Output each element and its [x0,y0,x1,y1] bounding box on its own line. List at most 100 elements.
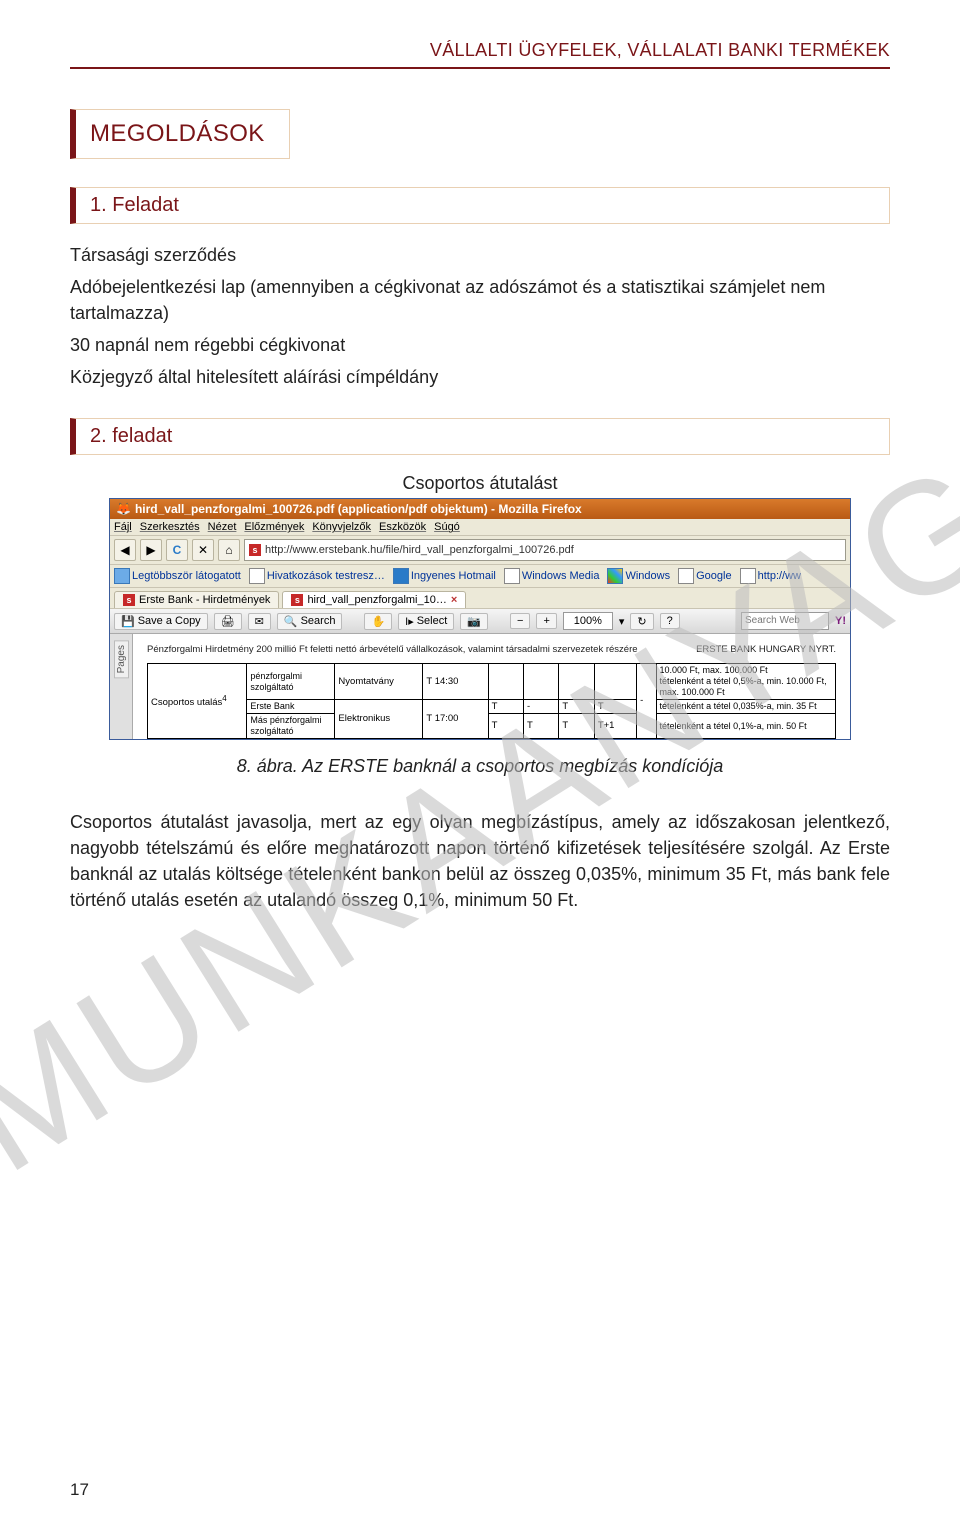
menu-history[interactable]: Előzmények [244,521,304,533]
bm-label: Legtöbbször látogatott [132,570,241,582]
pdf-sidebar: Pages [110,634,133,738]
forward-icon[interactable]: ▶ [140,539,162,561]
windows-icon [607,568,623,584]
bm-most-visited[interactable]: Legtöbbször látogatott [114,568,241,584]
bm-label: Ingyenes Hotmail [411,570,496,582]
window-titlebar: 🦊 hird_vall_penzforgalmi_100726.pdf (app… [110,499,850,519]
menu-tools[interactable]: Eszközök [379,521,426,533]
window-title: hird_vall_penzforgalmi_100726.pdf (appli… [135,502,582,516]
embedded-screenshot: 🦊 hird_vall_penzforgalmi_100726.pdf (app… [109,498,851,739]
bookmarks-toolbar: Legtöbbször látogatott Hivatkozások test… [110,565,850,588]
nav-toolbar: ◀ ▶ C ✕ ⌂ s http://www.erstebank.hu/file… [110,536,850,565]
task2-subtitle: Csoportos átutalást [70,473,890,494]
cell-channel2: Elektronikus [335,699,423,738]
bm-customize[interactable]: Hivatkozások testresz… [249,568,385,584]
search-label: Search [301,615,336,627]
menu-bookmarks[interactable]: Könyvjelzők [312,521,371,533]
erste-icon: s [291,594,303,606]
bm-windows[interactable]: Windows [607,568,670,584]
cell-t3: T [594,699,636,713]
close-icon[interactable]: × [451,594,457,606]
menubar: Fájl Szerkesztés Nézet Előzmények Könyvj… [110,519,850,536]
zoom-in-button[interactable]: + [536,613,556,629]
pdf-meta-left: Pénzforgalmi Hirdetmény 200 millió Ft fe… [147,644,638,655]
sidebar-pages-tab[interactable]: Pages [114,640,129,678]
reload-icon[interactable]: C [166,539,188,561]
search-button[interactable]: 🔍 Search [277,613,343,630]
folder-icon [114,568,130,584]
body-paragraph: Csoportos átutalást javasolja, mert az e… [70,809,890,913]
cell-time1: T 14:30 [423,664,488,699]
task2-label: 2. feladat [90,425,172,447]
section-title-box: MEGOLDÁSOK [70,109,290,159]
yahoo-icon[interactable]: Y! [835,615,846,627]
firefox-icon: 🦊 [116,502,131,516]
menu-view[interactable]: Nézet [208,521,237,533]
cell-provider3: Más pénzforgalmi szolgáltató [247,714,335,739]
task1-line3: 30 napnál nem régebbi cégkivonat [70,332,890,358]
bm-google[interactable]: Google [678,568,731,584]
menu-edit[interactable]: Szerkesztés [140,521,200,533]
save-copy-button[interactable]: 💾 Save a Copy [114,613,208,630]
tab-erste[interactable]: s Erste Bank - Hirdetmények [114,591,279,608]
tab-pdf[interactable]: s hird_vall_penzforgalmi_10… × [282,591,466,608]
cell-t5: T [523,714,558,739]
back-icon[interactable]: ◀ [114,539,136,561]
home-icon[interactable]: ⌂ [218,539,240,561]
doc-header: VÁLLALTI ÜGYFELEK, VÁLLALATI BANKI TERMÉ… [70,40,890,61]
pdf-meta-right: ERSTE BANK HUNGARY NYRT. [696,644,836,655]
cell-provider1: pénzforgalmi szolgáltató [247,664,335,699]
site-favicon: s [249,544,261,556]
menu-help[interactable]: Súgó [434,521,460,533]
bm-url[interactable]: http://ww [740,568,801,584]
rotate-button[interactable]: ↻ [630,613,653,630]
save-label: Save a Copy [138,615,201,627]
pdf-page: Pénzforgalmi Hirdetmény 200 millió Ft fe… [133,634,850,738]
bm-label: http://ww [758,570,801,582]
menu-file[interactable]: Fájl [114,521,132,533]
cell-t7: T+1 [594,714,636,739]
erste-icon: s [123,594,135,606]
zoom-value[interactable]: 100% [563,612,613,630]
pdf-table: Csoportos utalás4 pénzforgalmi szolgálta… [147,663,836,738]
bm-label: Windows Media [522,570,600,582]
task1-label: 1. Feladat [90,194,179,216]
url-text: http://www.erstebank.hu/file/hird_vall_p… [265,544,574,556]
cell-fee2: tételenként a tétel 0,035%-a, min. 35 Ft [656,699,835,713]
figure-caption: 8. ábra. Az ERSTE banknál a csoportos me… [70,756,890,777]
bm-wmedia[interactable]: Windows Media [504,568,600,584]
section-title: MEGOLDÁSOK [90,120,265,147]
tab-label: hird_vall_penzforgalmi_10… [307,594,446,606]
page-icon [504,568,520,584]
google-icon [678,568,694,584]
tab-bar: s Erste Bank - Hirdetmények s hird_vall_pe… [110,588,850,609]
page-icon [393,568,409,584]
task1-line2: Adóbejelentkezési lap (amennyiben a cégk… [70,274,890,326]
cell-t4: T [488,714,523,739]
bm-hotmail[interactable]: Ingyenes Hotmail [393,568,496,584]
zoom-out-button[interactable]: − [510,613,530,629]
select-label: Select [417,615,448,627]
cell-t2: T [559,699,594,713]
task2-heading: 2. feladat [70,418,890,455]
mail-button[interactable]: ✉ [248,613,271,630]
snapshot-button[interactable]: 📷 [460,613,488,630]
stop-icon[interactable]: ✕ [192,539,214,561]
help-button[interactable]: ? [660,613,680,629]
cell-fee1: 10.000 Ft, max. 100.000 Ft tételenként a… [656,664,835,699]
task1-heading: 1. Feladat [70,187,890,224]
tab-label: Erste Bank - Hirdetmények [139,594,270,606]
cell-channel1: Nyomtatvány [335,664,423,699]
zoom-dropdown-icon[interactable]: ▾ [619,615,625,628]
url-input[interactable]: s http://www.erstebank.hu/file/hird_vall… [244,539,846,561]
task1-line1: Társasági szerződés [70,242,890,268]
pdf-content-area: Pages Pénzforgalmi Hirdetmény 200 millió… [110,634,850,738]
select-tool-button[interactable]: I▸ Select [398,613,454,630]
print-button[interactable]: 🖨 [214,613,242,630]
task1-line4: Közjegyző által hitelesített aláírási cí… [70,364,890,390]
hand-tool-button[interactable]: ✋ [364,613,392,630]
page-icon [740,568,756,584]
cell-t6: T [559,714,594,739]
page-icon [249,568,265,584]
search-web-input[interactable]: Search Web [741,612,829,630]
